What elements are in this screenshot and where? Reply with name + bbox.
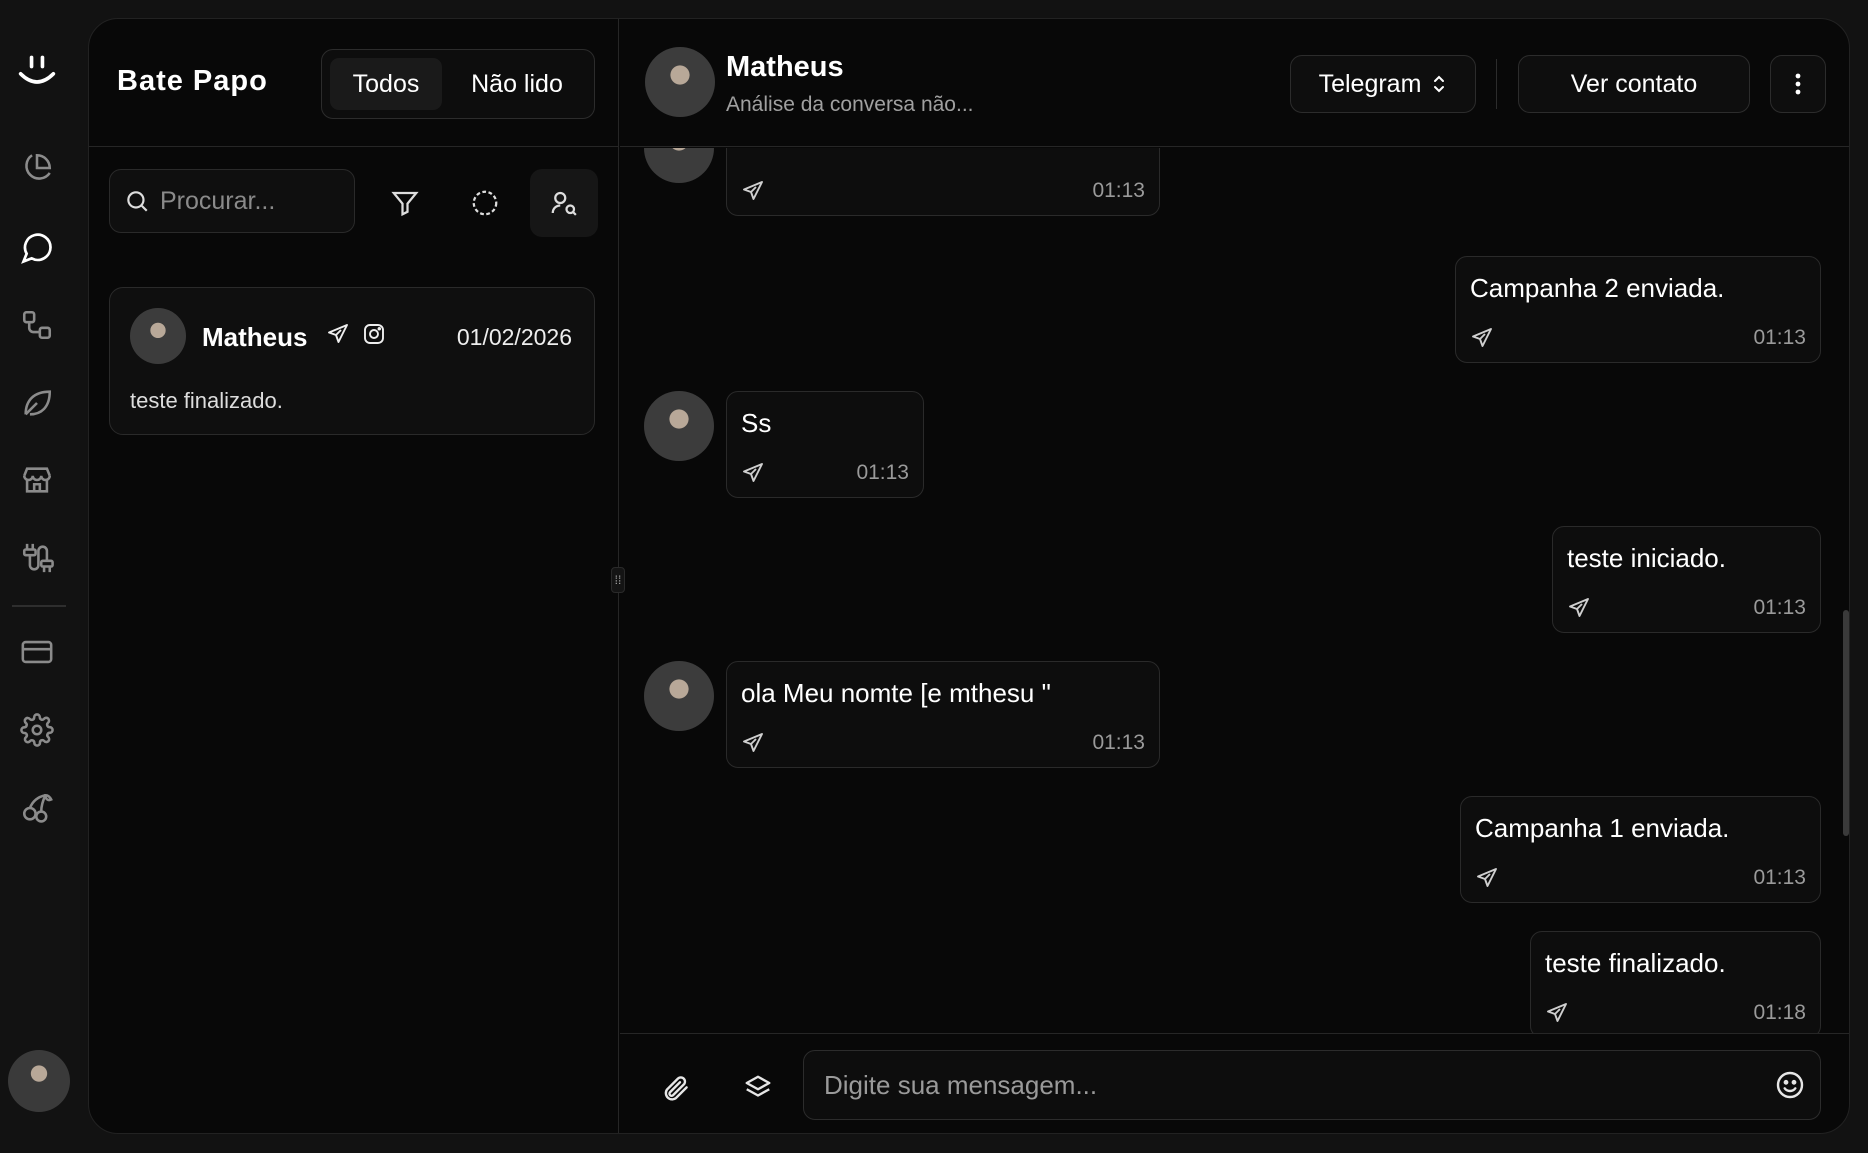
conversation-preview: teste finalizado. [130,388,283,413]
header-divider [1496,59,1497,109]
message-circle-icon[interactable] [17,228,57,268]
message-text: Campanha 2 enviada. [1470,273,1725,303]
telegram-icon [1470,326,1494,350]
rail-divider [12,605,66,607]
contact-avatar[interactable] [645,47,715,117]
conversation-item[interactable]: Matheus 01/02/2026 teste finalizado. [109,287,595,435]
telegram-icon [1475,866,1499,890]
chat-header: Matheus Análise da conversa não... Teleg… [620,19,1849,147]
message-bubble-outgoing: teste iniciado. 01:13 [1552,526,1821,633]
search-box[interactable] [109,169,355,233]
store-icon[interactable] [17,460,57,500]
gear-icon[interactable] [17,710,57,750]
message-text: ola Meu nomte [e mthesu " [741,678,1051,708]
message-bubble-incoming: Ss 01:13 [726,391,924,498]
message-time: 01:13 [1753,596,1806,619]
message-text: teste finalizado. [1545,948,1726,978]
message-scrollbar[interactable] [1843,610,1849,836]
telegram-icon [1545,1001,1569,1025]
message-input[interactable] [824,1051,1744,1119]
message-time: 01:13 [1753,866,1806,889]
telegram-icon [326,322,350,346]
pie-chart-icon[interactable] [17,148,57,188]
message-bubble-incoming: ola Meu nomte [e mthesu " 01:13 [726,661,1160,768]
message-composer [620,1033,1849,1133]
search-input[interactable] [160,186,340,216]
message-list: 01:13 Campanha 2 enviada. 01:13 Ss 01:13… [620,148,1849,1033]
attach-button[interactable] [654,1066,698,1110]
plus-circle-icon [470,188,500,218]
cable-icon[interactable] [17,538,57,578]
filter-toggle: Todos Não lido [321,49,595,119]
contact-avatar [130,308,186,364]
nav-rail [0,0,88,1153]
conversation-name: Matheus [202,322,308,352]
page-title: Bate Papo [117,65,268,97]
instagram-icon [362,322,386,346]
conversation-date: 01/02/2026 [456,324,572,350]
filter-icon [390,188,420,218]
conversation-list-panel: Bate Papo Todos Não lido Procurar... Mat… [89,19,619,1133]
contact-name: Matheus [726,51,844,83]
message-time: 01:13 [856,461,909,484]
filter-button[interactable] [371,169,439,237]
templates-button[interactable] [736,1066,780,1110]
message-bubble-outgoing: teste finalizado. 01:18 [1530,931,1821,1033]
message-text: Ss [741,408,772,438]
chevron-updown-icon [1431,73,1447,95]
message-time: 01:18 [1753,1001,1806,1024]
message-avatar [644,391,714,461]
layers-icon [743,1073,773,1103]
message-time: 01:13 [1753,326,1806,349]
message-time: 01:13 [1092,179,1145,202]
filter-all-button[interactable]: Todos [330,58,442,110]
message-bubble-outgoing: Campanha 2 enviada. 01:13 [1455,256,1821,363]
message-text: Campanha 1 enviada. [1475,813,1730,843]
more-vertical-icon [1795,72,1801,96]
cherries-icon[interactable] [17,788,57,828]
channel-select-value: Telegram [1318,69,1422,98]
conversation-analysis-status: Análise da conversa não... [726,93,974,116]
telegram-icon [741,179,765,203]
message-time: 01:13 [1092,731,1145,754]
chat-panel: Matheus Análise da conversa não... Teleg… [620,19,1849,1133]
contact-search-button[interactable] [530,169,598,237]
leaf-icon[interactable] [17,383,57,423]
filter-unread-button[interactable]: Não lido [450,58,584,110]
smile-logo-icon[interactable] [17,52,57,92]
message-avatar [644,148,714,183]
message-input-box[interactable] [803,1050,1821,1120]
channel-select[interactable]: Telegram [1290,55,1476,113]
view-contact-button[interactable]: Ver contato [1518,55,1750,113]
search-icon [124,188,150,214]
telegram-icon [1567,596,1591,620]
credit-card-icon[interactable] [17,632,57,672]
telegram-icon [741,731,765,755]
new-conversation-button[interactable] [451,169,519,237]
message-bubble-incoming: 01:13 [726,148,1160,216]
user-search-icon [549,188,579,218]
message-bubble-outgoing: Campanha 1 enviada. 01:13 [1460,796,1821,903]
user-avatar[interactable] [8,1050,70,1112]
channel-icons [326,322,386,346]
paperclip-icon [661,1073,691,1103]
message-avatar [644,661,714,731]
list-header: Bate Papo Todos Não lido [89,19,619,147]
message-text: teste iniciado. [1567,543,1726,573]
more-options-button[interactable] [1770,55,1826,113]
emoji-icon[interactable] [1774,1069,1806,1101]
telegram-icon [741,461,765,485]
chat-app: Bate Papo Todos Não lido Procurar... Mat… [88,18,1850,1134]
flow-icon[interactable] [17,305,57,345]
